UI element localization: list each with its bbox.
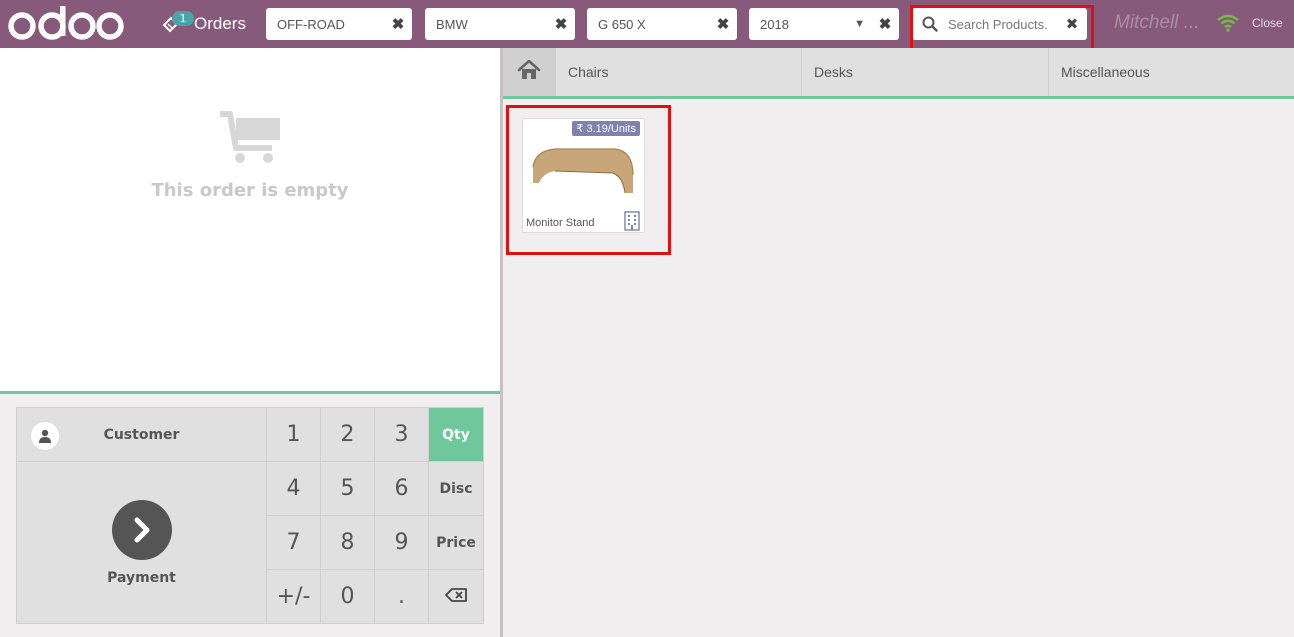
key-7[interactable]: 7 [267, 516, 321, 570]
key-9[interactable]: 9 [375, 516, 429, 570]
payment-button[interactable]: Payment [17, 462, 267, 624]
filter-category[interactable]: OFF-ROAD ✖ [266, 8, 412, 40]
key-1[interactable]: 1 [267, 408, 321, 462]
filter-brand-value: BMW [436, 16, 468, 32]
key-3[interactable]: 3 [375, 408, 429, 462]
top-header: 1 Orders OFF-ROAD ✖ BMW ✖ G 650 X ✖ 2018… [0, 0, 1294, 48]
odoo-logo [8, 6, 124, 40]
clear-brand-icon[interactable]: ✖ [547, 15, 575, 33]
dropdown-arrow-icon[interactable]: ▼ [854, 18, 865, 30]
clear-year-icon[interactable]: ✖ [871, 15, 899, 33]
wifi-icon [1217, 14, 1239, 36]
key-5[interactable]: 5 [321, 462, 375, 516]
filter-brand[interactable]: BMW ✖ [425, 8, 575, 40]
mode-disc[interactable]: Disc [429, 462, 484, 516]
clear-model-icon[interactable]: ✖ [709, 15, 737, 33]
customer-button[interactable]: Customer [17, 408, 267, 462]
category-chairs[interactable]: Chairs [555, 48, 801, 96]
key-6[interactable]: 6 [375, 462, 429, 516]
actionpad-area: Customer Payment 1 2 3 Qty 4 5 6 Disc 7 … [0, 391, 500, 637]
order-pane: This order is empty Customer Payment 1 2… [0, 48, 500, 637]
category-bar: Chairs Desks Miscellaneous [503, 48, 1294, 99]
chevron-right-icon [111, 499, 172, 560]
ticket-icon: 1 [160, 11, 194, 35]
key-plus-minus[interactable]: +/- [267, 570, 321, 624]
key-0[interactable]: 0 [321, 570, 375, 624]
backspace-button[interactable] [429, 570, 484, 624]
filter-year-value: 2018 [760, 16, 789, 32]
filter-year[interactable]: 2018 ▼ ✖ [749, 8, 899, 40]
customer-label: Customer [103, 426, 180, 443]
key-8[interactable]: 8 [321, 516, 375, 570]
category-desks[interactable]: Desks [801, 48, 1048, 96]
category-miscellaneous[interactable]: Miscellaneous [1048, 48, 1294, 96]
close-button[interactable]: Close [1252, 16, 1283, 30]
home-category-button[interactable] [503, 48, 555, 96]
empty-order-message: This order is empty [151, 180, 349, 201]
filter-model-value: G 650 X [598, 16, 646, 32]
mode-price[interactable]: Price [429, 516, 484, 570]
filter-model[interactable]: G 650 X ✖ [587, 8, 737, 40]
backspace-icon [445, 587, 467, 606]
orders-button[interactable]: 1 Orders [160, 8, 246, 40]
orders-label: Orders [194, 14, 246, 33]
shopping-cart-icon [216, 110, 282, 170]
filter-category-value: OFF-ROAD [277, 16, 345, 32]
mode-qty[interactable]: Qty [429, 408, 484, 462]
cashier-name[interactable]: Mitchell ... [1114, 12, 1200, 34]
key-decimal[interactable]: . [375, 570, 429, 624]
highlight-product-card [506, 105, 671, 255]
home-icon [517, 59, 541, 84]
orders-count-badge: 1 [172, 11, 194, 26]
numpad: Customer Payment 1 2 3 Qty 4 5 6 Disc 7 … [16, 407, 484, 624]
key-2[interactable]: 2 [321, 408, 375, 462]
payment-label: Payment [107, 569, 176, 586]
key-4[interactable]: 4 [267, 462, 321, 516]
clear-category-icon[interactable]: ✖ [384, 15, 412, 33]
user-icon [31, 422, 59, 450]
